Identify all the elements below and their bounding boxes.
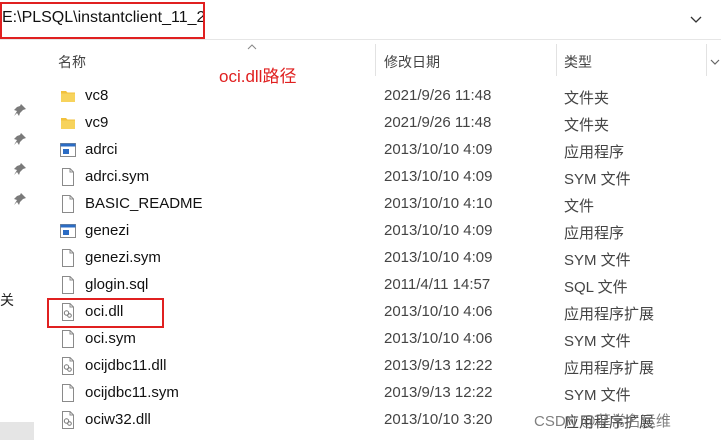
file-modified-date: 2021/9/26 11:48	[384, 114, 492, 131]
column-header-type[interactable]: 类型	[564, 52, 592, 72]
file-row[interactable]: glogin.sql 2011/4/11 14:57 SQL 文件	[42, 272, 721, 299]
file-type: SYM 文件	[564, 387, 631, 404]
column-header-name[interactable]: 名称	[58, 52, 86, 72]
file-type: 应用程序	[564, 225, 625, 242]
file-name: oci.sym	[85, 330, 136, 347]
column-divider[interactable]	[706, 44, 707, 76]
file-row[interactable]: oci.sym 2013/10/10 4:06 SYM 文件	[42, 326, 721, 353]
pin-icon[interactable]	[13, 162, 27, 176]
pin-icon[interactable]	[13, 103, 27, 117]
column-divider[interactable]	[375, 44, 376, 76]
file-type: 应用程序扩展	[564, 360, 655, 377]
watermark: CSDN @菲常名运维	[534, 413, 671, 430]
file-name: adrci.sym	[85, 168, 150, 185]
app-icon	[60, 222, 76, 240]
file-name: vc9	[85, 114, 109, 131]
file-type: SYM 文件	[564, 252, 631, 269]
address-highlight-box	[0, 2, 205, 39]
file-icon	[60, 249, 76, 267]
file-row[interactable]: BASIC_README 2013/10/10 4:10 文件	[42, 191, 721, 218]
file-icon	[60, 195, 76, 213]
file-name: BASIC_README	[85, 195, 203, 212]
nav-selected-item[interactable]	[0, 422, 34, 440]
file-row[interactable]: ocijdbc11.dll 2013/9/13 12:22 应用程序扩展	[42, 353, 721, 380]
file-row[interactable]: ocijdbc11.sym 2013/9/13 12:22 SYM 文件	[42, 380, 721, 407]
pin-icon[interactable]	[13, 132, 27, 146]
file-type: 应用程序	[564, 144, 625, 161]
dll-icon	[60, 357, 76, 375]
column-divider[interactable]	[556, 44, 557, 76]
file-row[interactable]: genezi.sym 2013/10/10 4:09 SYM 文件	[42, 245, 721, 272]
file-name: ocijdbc11.dll	[85, 357, 167, 374]
file-type: 文件夹	[564, 117, 610, 134]
file-name: genezi	[85, 222, 130, 239]
sort-up-icon	[247, 44, 257, 50]
file-icon	[60, 168, 76, 186]
file-row[interactable]: vc9 2021/9/26 11:48 文件夹	[42, 110, 721, 137]
file-row[interactable]: genezi 2013/10/10 4:09 应用程序	[42, 218, 721, 245]
file-modified-date: 2013/9/13 12:22	[384, 384, 493, 401]
oci-dll-highlight-box	[47, 298, 164, 328]
file-type: SYM 文件	[564, 171, 631, 188]
file-row[interactable]: vc8 2021/9/26 11:48 文件夹	[42, 83, 721, 110]
file-modified-date: 2013/10/10 4:09	[384, 141, 493, 158]
file-name: genezi.sym	[85, 249, 161, 266]
file-row[interactable]: adrci.sym 2013/10/10 4:09 SYM 文件	[42, 164, 721, 191]
dll-icon	[60, 411, 76, 429]
file-modified-date: 2013/10/10 4:09	[384, 222, 493, 239]
nav-item-partial-label[interactable]: 关	[0, 290, 14, 310]
chevron-down-icon[interactable]	[686, 9, 706, 29]
file-type: 文件	[564, 198, 595, 215]
file-icon	[60, 330, 76, 348]
column-header-date[interactable]: 修改日期	[384, 52, 440, 72]
chevron-down-icon[interactable]	[710, 58, 720, 66]
file-icon	[60, 276, 76, 294]
file-type: SYM 文件	[564, 333, 631, 350]
file-type: SQL 文件	[564, 279, 628, 296]
file-modified-date: 2013/10/10 4:09	[384, 168, 493, 185]
pin-icon[interactable]	[13, 192, 27, 206]
file-name: adrci	[85, 141, 118, 158]
file-icon	[60, 384, 76, 402]
file-modified-date: 2011/4/11 14:57	[384, 276, 491, 293]
file-name: ocijdbc11.sym	[85, 384, 179, 401]
app-icon	[60, 141, 76, 159]
navigation-pane: 关	[0, 40, 42, 440]
file-modified-date: 2013/9/13 12:22	[384, 357, 493, 374]
file-modified-date: 2013/10/10 4:06	[384, 330, 493, 347]
address-bar[interactable]: E:\PLSQL\instantclient_11_2	[0, 0, 721, 40]
file-type: 文件夹	[564, 90, 610, 107]
file-modified-date: 2021/9/26 11:48	[384, 87, 492, 104]
file-name: glogin.sql	[85, 276, 149, 293]
file-row[interactable]: adrci 2013/10/10 4:09 应用程序	[42, 137, 721, 164]
file-type: 应用程序扩展	[564, 306, 655, 323]
folder-icon	[60, 87, 76, 105]
column-header-row: 名称 修改日期 类型	[42, 40, 721, 78]
folder-icon	[60, 114, 76, 132]
file-modified-date: 2013/10/10 4:06	[384, 303, 493, 320]
file-name: ociw32.dll	[85, 411, 151, 428]
file-modified-date: 2013/10/10 4:09	[384, 249, 493, 266]
file-modified-date: 2013/10/10 4:10	[384, 195, 493, 212]
file-modified-date: 2013/10/10 3:20	[384, 411, 493, 428]
file-name: vc8	[85, 87, 109, 104]
